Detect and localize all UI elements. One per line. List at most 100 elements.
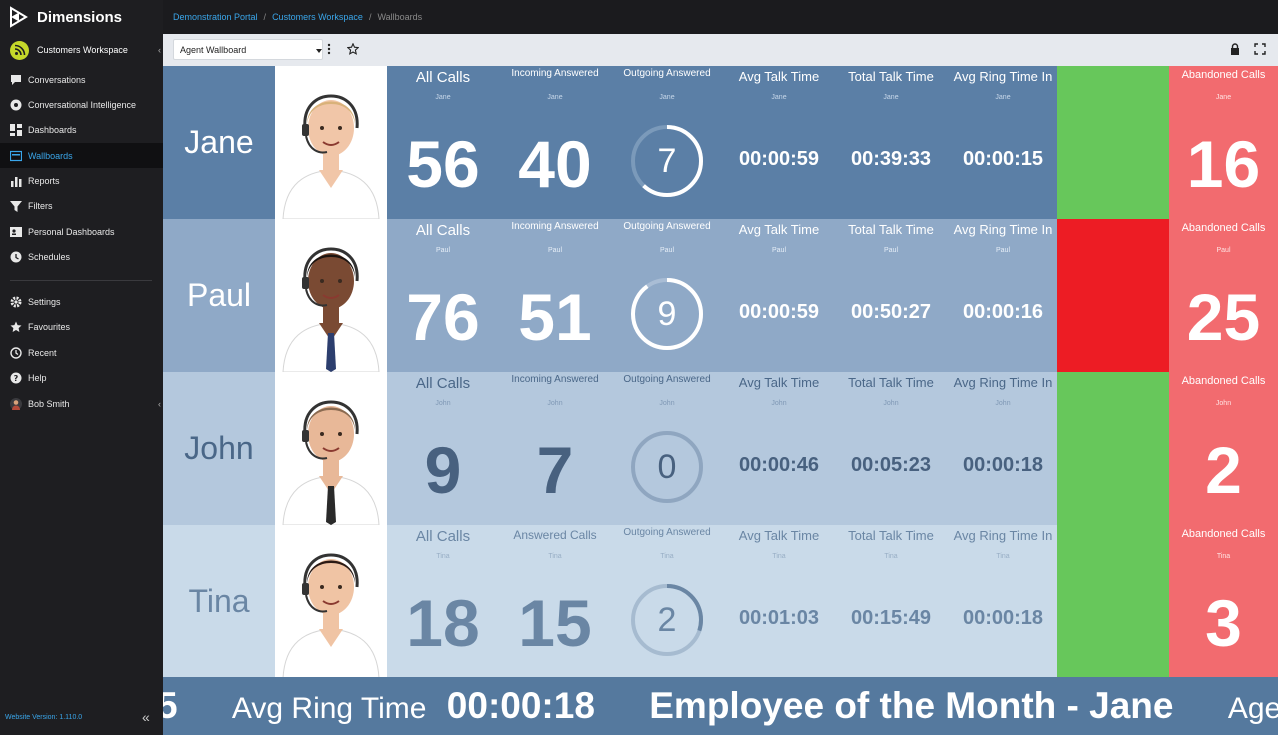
stat-title: Avg Talk Time — [738, 375, 820, 390]
gear-icon — [10, 296, 22, 308]
agent-stats: All Calls Jane 56 Incoming Answered Jane 40 Ou… — [387, 66, 1057, 219]
stat-title: Total Talk Time — [848, 528, 934, 543]
stat-total-talk: Total Talk Time John 00:05:23 — [835, 372, 947, 525]
abandoned-calls-cell: Abandoned Calls Tina 3 — [1169, 525, 1278, 678]
sidebar-item-dashboards[interactable]: Dashboards — [0, 117, 163, 142]
stat-agent-sub: Tina — [660, 553, 674, 560]
sidebar-item-label: Settings — [28, 296, 61, 307]
stat-agent-sub: Paul — [995, 247, 1010, 254]
sidebar-item-filters[interactable]: Filters — [0, 193, 163, 218]
sidebar-item-recent[interactable]: Recent — [0, 340, 163, 365]
agent-name: Jane — [184, 124, 254, 160]
stat-avg-talk: Avg Talk Time John 00:00:46 — [723, 372, 835, 525]
ticker-track: 5 Avg Ring Time 00:00:18 Employee of the… — [163, 687, 1278, 728]
sidebar-item-label: Recent — [28, 347, 57, 358]
sidebar-item-label: Personal Dashboards — [28, 226, 115, 237]
clock-icon — [10, 251, 22, 263]
sidebar-item-user[interactable]: Bob Smith ‹ — [0, 391, 163, 416]
agent-photo — [275, 66, 387, 219]
breadcrumb-separator: / — [263, 12, 267, 22]
sidebar-item-label: Wallboards — [28, 150, 73, 161]
stat-avg-ring: Avg Ring Time In Tina 00:00:18 — [947, 525, 1059, 678]
id-card-icon — [10, 226, 22, 238]
abandoned-agent-sub: Tina — [1216, 553, 1231, 560]
dashboard-icon — [10, 123, 22, 136]
stat-title: Incoming Answered — [511, 374, 599, 385]
stat-time-value: 00:00:46 — [738, 454, 820, 476]
agent-name: Tina — [188, 583, 250, 619]
more-vertical-icon[interactable] — [322, 42, 336, 56]
brand[interactable]: Dimensions — [8, 5, 122, 29]
stat-total-talk: Total Talk Time Jane 00:39:33 — [835, 66, 947, 219]
status-indicator — [1057, 219, 1169, 372]
filter-icon — [10, 200, 22, 212]
stat-incoming: Incoming Answered Jane 40 — [499, 66, 611, 219]
breadcrumb-separator: / — [368, 12, 372, 22]
stat-agent-sub: John — [995, 400, 1011, 407]
stat-agent-sub: Paul — [435, 247, 450, 254]
stat-value: 76 — [406, 280, 480, 354]
ticker-trailing: Agents Lo — [1227, 692, 1278, 725]
stat-all-calls: All Calls John 9 — [387, 372, 499, 525]
stat-all-calls: All Calls Paul 76 — [387, 219, 499, 372]
breadcrumb-demonstration-portal[interactable]: Demonstration Portal — [173, 12, 258, 22]
collapse-sidebar-icon[interactable]: « — [142, 709, 150, 725]
stat-outgoing: Outgoing Answered Tina 2 — [611, 525, 723, 678]
abandoned-agent-sub: Jane — [1215, 94, 1232, 101]
stat-agent-sub: Jane — [883, 94, 899, 101]
abandoned-title: Abandoned Calls — [1181, 528, 1266, 540]
fullscreen-icon[interactable] — [1253, 42, 1267, 56]
dimensions-logo-icon — [10, 6, 28, 28]
abandoned-calls-cell: Abandoned Calls Jane 16 — [1169, 66, 1278, 219]
sidebar-item-conversational-intelligence[interactable]: Conversational Intelligence — [0, 92, 163, 117]
sidebar-item-label: Help — [28, 372, 47, 383]
agent-avatar-icon — [282, 247, 380, 372]
breadcrumb-customers-workspace[interactable]: Customers Workspace — [272, 12, 363, 22]
stat-title: Outgoing Answered — [623, 68, 711, 79]
sidebar-item-settings[interactable]: Settings — [0, 289, 163, 314]
sidebar-item-wallboards[interactable]: Wallboards — [0, 143, 163, 168]
stat-title: Avg Ring Time In — [953, 375, 1053, 390]
chevron-left-icon: ‹ — [158, 45, 161, 55]
website-version: Website Version: 1.110.0 — [5, 714, 83, 721]
stat-time-value: 00:50:27 — [850, 301, 932, 323]
sidebar-item-reports[interactable]: Reports — [0, 168, 163, 193]
workspace-switcher[interactable]: Customers Workspace ‹ — [0, 38, 163, 62]
stat-ring-value: 0 — [657, 447, 677, 486]
stat-agent-sub: Jane — [547, 94, 563, 101]
agent-stats: All Calls John 9 Incoming Answered John 7 Outg… — [387, 372, 1057, 525]
stat-value: 7 — [536, 433, 574, 507]
lock-icon[interactable] — [1228, 42, 1242, 56]
stat-ring-value: 7 — [657, 141, 677, 180]
sidebar: Dimensions Customers Workspace ‹ Convers… — [0, 0, 163, 735]
stat-time-value: 00:00:18 — [962, 454, 1044, 476]
stat-agent-sub: John — [771, 400, 787, 407]
stat-time-value: 00:00:59 — [738, 148, 820, 170]
agent-photo — [275, 219, 387, 372]
stat-incoming: Incoming Answered John 7 — [499, 372, 611, 525]
avatar-icon — [10, 397, 22, 410]
app-root: Dimensions Customers Workspace ‹ Convers… — [0, 0, 1278, 735]
sidebar-item-conversations[interactable]: Conversations — [0, 67, 163, 92]
svg-text:?: ? — [14, 374, 19, 383]
stat-time-value: 00:00:16 — [962, 301, 1044, 323]
sidebar-item-personal-dashboards[interactable]: Personal Dashboards — [0, 219, 163, 244]
bar-chart-icon — [10, 175, 22, 187]
sidebar-item-favourites[interactable]: Favourites — [0, 314, 163, 339]
sidebar-item-schedules[interactable]: Schedules — [0, 244, 163, 269]
status-indicator — [1057, 525, 1169, 678]
stat-ring-value: 9 — [657, 294, 677, 333]
stat-value: 15 — [518, 586, 592, 660]
chat-icon — [10, 74, 22, 86]
favourite-star-icon[interactable] — [346, 42, 360, 56]
stat-agent-sub: John — [435, 400, 451, 407]
stat-outgoing: Outgoing Answered Paul 9 — [611, 219, 723, 372]
stat-title: Avg Talk Time — [738, 222, 820, 237]
abandoned-calls-cell: Abandoned Calls Paul 25 — [1169, 219, 1278, 372]
sidebar-item-label: Reports — [28, 175, 60, 186]
sidebar-item-help[interactable]: ? Help — [0, 365, 163, 390]
stat-avg-ring: Avg Ring Time In John 00:00:18 — [947, 372, 1059, 525]
status-indicator — [1057, 372, 1169, 525]
stat-incoming: Incoming Answered Paul 51 — [499, 219, 611, 372]
wallboard-select[interactable]: Agent Wallboard — [173, 39, 323, 60]
